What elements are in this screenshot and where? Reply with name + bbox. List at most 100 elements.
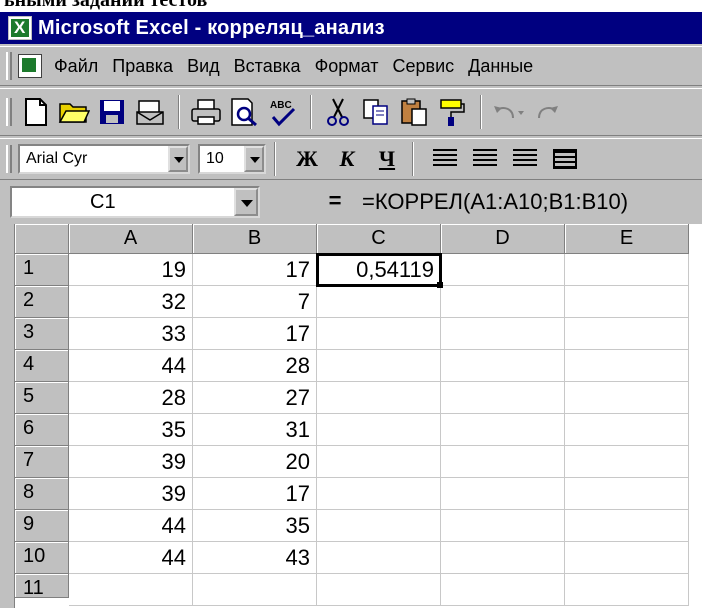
edit-formula-button[interactable]: =	[318, 186, 352, 218]
cell-b2[interactable]: 7	[193, 286, 317, 318]
cell-e5[interactable]	[565, 382, 689, 414]
open-folder-icon[interactable]	[56, 94, 92, 130]
cell-c3[interactable]	[317, 318, 441, 350]
row-header[interactable]: 7	[15, 446, 69, 478]
row-header[interactable]: 11	[15, 574, 69, 599]
cell-d1[interactable]	[441, 254, 565, 286]
align-center-button[interactable]	[468, 143, 502, 175]
menu-data[interactable]: Данные	[468, 56, 533, 77]
cell-c2[interactable]	[317, 286, 441, 318]
workbook-icon[interactable]	[18, 54, 42, 78]
column-header-a[interactable]: A	[69, 224, 193, 254]
cell-a1[interactable]: 19	[69, 254, 193, 286]
cell-d11[interactable]	[441, 574, 565, 606]
cell-e1[interactable]	[565, 254, 689, 286]
select-all-button[interactable]	[15, 224, 69, 254]
cell-a6[interactable]: 35	[69, 414, 193, 446]
cell-d6[interactable]	[441, 414, 565, 446]
row-header[interactable]: 4	[15, 350, 69, 382]
cell-a4[interactable]: 44	[69, 350, 193, 382]
menu-tools[interactable]: Сервис	[393, 56, 455, 77]
row-header[interactable]: 5	[15, 382, 69, 414]
print-preview-icon[interactable]	[226, 94, 262, 130]
cell-c9[interactable]	[317, 510, 441, 542]
row-header[interactable]: 9	[15, 510, 69, 542]
copy-icon[interactable]	[358, 94, 394, 130]
mail-icon[interactable]	[132, 94, 168, 130]
cell-e7[interactable]	[565, 446, 689, 478]
cell-c5[interactable]	[317, 382, 441, 414]
menu-insert[interactable]: Вставка	[234, 56, 301, 77]
cell-b6[interactable]: 31	[193, 414, 317, 446]
cell-e11[interactable]	[565, 574, 689, 606]
cell-e6[interactable]	[565, 414, 689, 446]
cell-d8[interactable]	[441, 478, 565, 510]
cell-c8[interactable]	[317, 478, 441, 510]
cell-a10[interactable]: 44	[69, 542, 193, 574]
print-icon[interactable]	[188, 94, 224, 130]
row-header[interactable]: 1	[15, 254, 69, 286]
cell-b10[interactable]: 43	[193, 542, 317, 574]
formula-input[interactable]: =КОРРЕЛ(A1:A10;B1:B10)	[362, 186, 628, 218]
fmtbar-grip[interactable]	[6, 145, 12, 173]
cell-a7[interactable]: 39	[69, 446, 193, 478]
toolbar-grip[interactable]	[6, 98, 12, 126]
excel-app-icon[interactable]	[8, 16, 32, 40]
align-right-button[interactable]	[508, 143, 542, 175]
undo-icon[interactable]	[490, 94, 526, 130]
font-name-select[interactable]: Arial Cyr	[18, 144, 190, 174]
cell-d9[interactable]	[441, 510, 565, 542]
cell-b8[interactable]: 17	[193, 478, 317, 510]
menu-view[interactable]: Вид	[187, 56, 220, 77]
cell-e4[interactable]	[565, 350, 689, 382]
cell-b4[interactable]: 28	[193, 350, 317, 382]
cell-e3[interactable]	[565, 318, 689, 350]
cell-a2[interactable]: 32	[69, 286, 193, 318]
row-header[interactable]: 2	[15, 286, 69, 318]
chevron-down-icon[interactable]	[244, 146, 264, 172]
cell-b3[interactable]: 17	[193, 318, 317, 350]
cell-b5[interactable]: 27	[193, 382, 317, 414]
cell-b11[interactable]	[193, 574, 317, 606]
bold-button[interactable]: Ж	[290, 143, 324, 175]
cell-c4[interactable]	[317, 350, 441, 382]
cell-d7[interactable]	[441, 446, 565, 478]
cell-a5[interactable]: 28	[69, 382, 193, 414]
cell-a8[interactable]: 39	[69, 478, 193, 510]
underline-button[interactable]: Ч	[370, 143, 404, 175]
cell-c7[interactable]	[317, 446, 441, 478]
spelling-icon[interactable]: ABC	[264, 94, 300, 130]
font-size-select[interactable]: 10	[198, 144, 266, 174]
cell-c1-active[interactable]: 0,54119	[316, 253, 443, 288]
cell-d2[interactable]	[441, 286, 565, 318]
cell-a11[interactable]	[69, 574, 193, 606]
cell-d3[interactable]	[441, 318, 565, 350]
column-header-e[interactable]: E	[565, 224, 689, 254]
cell-b1[interactable]: 17	[193, 254, 317, 286]
align-left-button[interactable]	[428, 143, 462, 175]
cut-icon[interactable]	[320, 94, 356, 130]
row-header[interactable]: 6	[15, 414, 69, 446]
chevron-down-icon[interactable]	[168, 146, 188, 172]
cell-d5[interactable]	[441, 382, 565, 414]
cell-a9[interactable]: 44	[69, 510, 193, 542]
cell-c11[interactable]	[317, 574, 441, 606]
cell-a3[interactable]: 33	[69, 318, 193, 350]
cell-b9[interactable]: 35	[193, 510, 317, 542]
cell-c6[interactable]	[317, 414, 441, 446]
redo-icon[interactable]	[528, 94, 564, 130]
format-painter-icon[interactable]	[434, 94, 470, 130]
cell-e2[interactable]	[565, 286, 689, 318]
cell-b7[interactable]: 20	[193, 446, 317, 478]
column-header-b[interactable]: B	[193, 224, 317, 254]
menubar-grip[interactable]	[6, 52, 12, 80]
cell-d4[interactable]	[441, 350, 565, 382]
paste-icon[interactable]	[396, 94, 432, 130]
menu-edit[interactable]: Правка	[112, 56, 173, 77]
row-header[interactable]: 8	[15, 478, 69, 510]
cell-c10[interactable]	[317, 542, 441, 574]
menu-file[interactable]: Файл	[54, 56, 98, 77]
merge-center-button[interactable]	[548, 143, 582, 175]
column-header-c[interactable]: C	[317, 224, 441, 254]
cell-e9[interactable]	[565, 510, 689, 542]
